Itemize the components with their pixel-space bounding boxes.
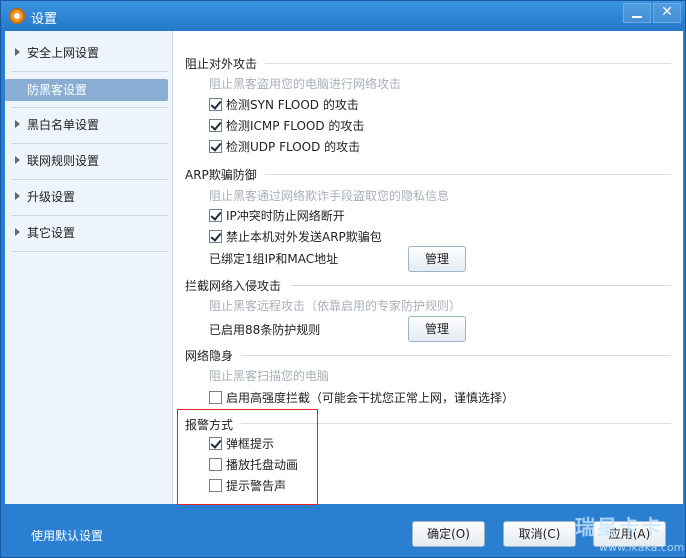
checkbox-checked-icon[interactable] <box>209 230 222 243</box>
sidebar-item-safe-browsing[interactable]: 安全上网设置 <box>5 35 173 71</box>
minimize-icon <box>632 16 642 18</box>
watermark-logo: 瑞星卡卡 www.ikaka.com <box>561 509 686 558</box>
section-description: 阻止黑客扫描您的电脑 <box>209 369 330 383</box>
section-title-intrusion: 拦截网络入侵攻击 <box>185 279 282 293</box>
chevron-right-icon <box>15 228 20 236</box>
udp-flood-checkbox-row[interactable]: 检测UDP FLOOD 的攻击 <box>209 138 360 156</box>
sidebar-item-black-white-list[interactable]: 黑白名单设置 <box>5 107 173 143</box>
divider <box>241 355 671 356</box>
sidebar: 安全上网设置 防黑客设置 黑白名单设置 联网规则设置 升级设置 其它设置 <box>5 31 173 504</box>
option-label: 禁止本机对外发送ARP欺骗包 <box>226 230 382 244</box>
section-title-stealth: 网络隐身 <box>185 349 234 363</box>
checkbox-unchecked-icon[interactable] <box>209 391 222 404</box>
divider <box>265 63 671 64</box>
use-default-settings-link[interactable]: 使用默认设置 <box>31 527 103 544</box>
checkbox-checked-icon[interactable] <box>209 98 222 111</box>
app-gear-icon <box>9 8 25 24</box>
block-arp-checkbox-row[interactable]: 禁止本机对外发送ARP欺骗包 <box>209 228 382 246</box>
divider <box>11 251 168 252</box>
manage-arp-button[interactable]: 管理 <box>408 246 466 272</box>
sidebar-item-label: 安全上网设置 <box>27 46 100 60</box>
close-button[interactable]: ✕ <box>653 3 681 23</box>
watermark-text: 瑞星卡卡 <box>575 515 663 539</box>
sidebar-item-upgrade[interactable]: 升级设置 <box>5 179 173 215</box>
chevron-right-icon <box>15 48 20 56</box>
section-description: 阻止黑客远程攻击（依靠启用的专家防护规则） <box>209 299 462 313</box>
settings-window: 设置 ✕ 安全上网设置 防黑客设置 黑白名单设置 联网规则设置 升级设置 其它设… <box>0 0 686 558</box>
option-label: 检测SYN FLOOD 的攻击 <box>226 98 359 112</box>
chevron-right-icon <box>15 120 20 128</box>
chevron-right-icon <box>15 156 20 164</box>
icmp-flood-checkbox-row[interactable]: 检测ICMP FLOOD 的攻击 <box>209 117 364 135</box>
checkbox-checked-icon[interactable] <box>209 140 222 153</box>
bound-ip-mac-info: 已绑定1组IP和MAC地址 <box>209 252 339 266</box>
chevron-right-icon <box>15 192 20 200</box>
option-label: 检测UDP FLOOD 的攻击 <box>226 140 361 154</box>
window-title: 设置 <box>31 12 58 27</box>
checkbox-checked-icon[interactable] <box>209 209 222 222</box>
title-bar[interactable]: 设置 ✕ <box>1 1 685 31</box>
sidebar-item-network-rules[interactable]: 联网规则设置 <box>5 143 173 179</box>
sidebar-item-label: 升级设置 <box>27 190 76 204</box>
syn-flood-checkbox-row[interactable]: 检测SYN FLOOD 的攻击 <box>209 96 359 114</box>
ip-conflict-checkbox-row[interactable]: IP冲突时防止网络断开 <box>209 207 345 225</box>
divider <box>11 71 168 72</box>
option-label: 启用高强度拦截（可能会干扰您正常上网，谨慎选择） <box>226 391 515 405</box>
highlight-annotation-box <box>177 409 318 505</box>
section-title-external-attack: 阻止对外攻击 <box>185 57 258 71</box>
checkbox-checked-icon[interactable] <box>209 119 222 132</box>
rules-info: 已启用88条防护规则 <box>209 323 321 337</box>
sidebar-item-label: 联网规则设置 <box>27 154 100 168</box>
high-strength-block-checkbox-row[interactable]: 启用高强度拦截（可能会干扰您正常上网，谨慎选择） <box>209 389 514 407</box>
ok-button[interactable]: 确定(O) <box>412 521 485 547</box>
divider <box>291 285 671 286</box>
option-label: IP冲突时防止网络断开 <box>226 209 345 223</box>
close-icon: ✕ <box>661 4 673 20</box>
manage-rules-button[interactable]: 管理 <box>408 316 466 342</box>
sidebar-item-label: 黑白名单设置 <box>27 118 100 132</box>
watermark-url: www.ikaka.com <box>599 541 685 554</box>
divider <box>265 174 671 175</box>
sidebar-item-label: 防黑客设置 <box>27 83 88 97</box>
client-area: 安全上网设置 防黑客设置 黑白名单设置 联网规则设置 升级设置 其它设置 阻止对… <box>5 31 683 504</box>
sidebar-item-other[interactable]: 其它设置 <box>5 215 173 251</box>
section-description: 阻止黑客盗用您的电脑进行网络攻击 <box>209 77 402 91</box>
sidebar-item-label: 其它设置 <box>27 226 76 240</box>
minimize-button[interactable] <box>623 3 651 23</box>
sidebar-item-anti-hacker[interactable]: 防黑客设置 <box>5 79 168 101</box>
option-label: 检测ICMP FLOOD 的攻击 <box>226 119 365 133</box>
section-description: 阻止黑客通过网络欺诈手段盗取您的隐私信息 <box>209 189 450 203</box>
section-title-arp: ARP欺骗防御 <box>185 168 257 182</box>
